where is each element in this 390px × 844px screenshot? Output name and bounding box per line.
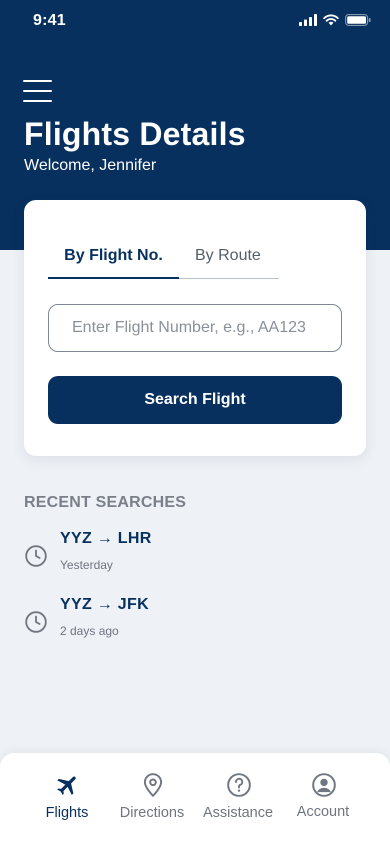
recent-search-time: 2 days ago <box>60 624 119 638</box>
status-bar: 9:41 <box>0 0 390 44</box>
cellular-signal-icon <box>299 14 317 26</box>
flight-search-card: By Flight No. By Route Search Flight <box>24 200 366 456</box>
recent-search-item[interactable]: YYZ → LHR Yesterday <box>24 530 366 578</box>
page-title: Flights Details <box>24 116 246 152</box>
nav-label-assistance: Assistance <box>202 805 274 821</box>
battery-icon <box>345 14 371 26</box>
nav-item-assistance[interactable]: Assistance <box>193 753 283 844</box>
location-pin-icon <box>143 773 163 797</box>
recent-search-route: YYZ → JFK <box>60 596 149 613</box>
welcome-text: Welcome, Jennifer <box>24 157 157 174</box>
tab-by-flight-number[interactable]: By Flight No. <box>48 236 179 279</box>
clock-icon <box>25 611 47 633</box>
recent-searches-heading: RECENT SEARCHES <box>24 494 187 511</box>
user-circle-icon <box>312 773 336 797</box>
wifi-icon <box>323 14 339 26</box>
help-circle-icon <box>227 773 251 797</box>
airplane-icon <box>57 776 76 795</box>
recent-search-route: YYZ → LHR <box>60 530 152 547</box>
nav-label-directions: Directions <box>119 805 185 821</box>
clock-icon <box>25 545 47 567</box>
recent-search-item[interactable]: YYZ → JFK 2 days ago <box>24 596 366 644</box>
nav-item-account[interactable]: Account <box>278 753 368 844</box>
nav-item-flights[interactable]: Flights <box>22 753 112 844</box>
search-mode-tabs: By Flight No. By Route <box>48 236 279 279</box>
nav-label-flights: Flights <box>45 805 89 821</box>
search-flight-button[interactable]: Search Flight <box>48 376 342 424</box>
recent-search-time: Yesterday <box>60 558 113 572</box>
nav-label-account: Account <box>296 804 350 820</box>
bottom-navigation: Flights Directions Assistance Account <box>0 753 390 844</box>
status-icons <box>299 14 371 26</box>
status-time: 9:41 <box>33 12 66 29</box>
hamburger-menu-icon[interactable] <box>23 80 53 102</box>
nav-item-directions[interactable]: Directions <box>107 753 197 844</box>
flight-number-input[interactable] <box>48 304 342 352</box>
tab-by-route[interactable]: By Route <box>195 236 261 279</box>
